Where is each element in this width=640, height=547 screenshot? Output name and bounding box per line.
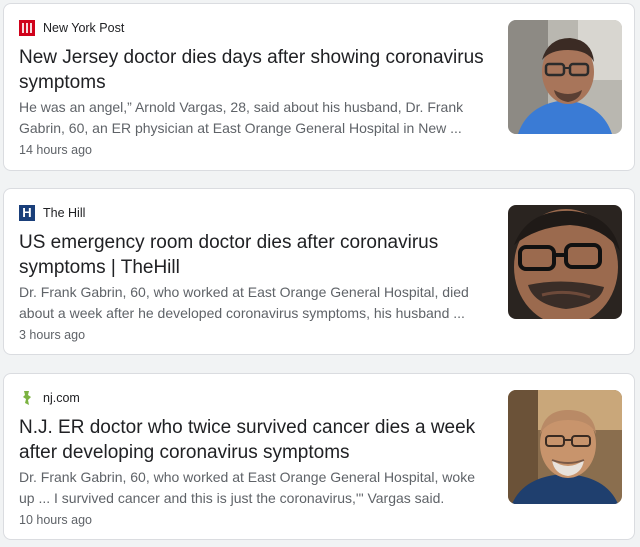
source-row: nj.com bbox=[19, 390, 80, 406]
article-timestamp: 10 hours ago bbox=[19, 513, 92, 527]
article-snippet: He was an angel,” Arnold Vargas, 28, sai… bbox=[19, 99, 464, 136]
nj-com-logo-icon bbox=[19, 390, 35, 406]
source-name: nj.com bbox=[43, 391, 80, 405]
article-snippet: Dr. Frank Gabrin, 60, who worked at East… bbox=[19, 469, 475, 506]
source-name: The Hill bbox=[43, 206, 86, 220]
article-timestamp: 14 hours ago bbox=[19, 143, 92, 157]
new-york-post-logo-icon bbox=[19, 20, 35, 36]
article-snippet: Dr. Frank Gabrin, 60, who worked at East… bbox=[19, 284, 469, 321]
the-hill-logo-icon: H bbox=[19, 205, 35, 221]
source-row: H The Hill bbox=[19, 205, 85, 221]
source-row: New York Post bbox=[19, 20, 124, 36]
news-card[interactable]: New York Post New Jersey doctor dies day… bbox=[3, 3, 635, 171]
article-thumbnail[interactable] bbox=[508, 20, 622, 134]
news-card[interactable]: nj.com N.J. ER doctor who twice survived… bbox=[3, 373, 635, 540]
article-thumbnail[interactable] bbox=[508, 390, 622, 504]
article-title-link[interactable]: New Jersey doctor dies days after showin… bbox=[19, 45, 484, 95]
source-name: New York Post bbox=[43, 21, 125, 35]
article-thumbnail[interactable] bbox=[508, 205, 622, 319]
article-timestamp: 3 hours ago bbox=[19, 328, 86, 342]
article-title-link[interactable]: N.J. ER doctor who twice survived cancer… bbox=[19, 415, 484, 465]
news-card[interactable]: H The Hill US emergency room doctor dies… bbox=[3, 188, 635, 355]
article-title-link[interactable]: US emergency room doctor dies after coro… bbox=[19, 230, 484, 280]
